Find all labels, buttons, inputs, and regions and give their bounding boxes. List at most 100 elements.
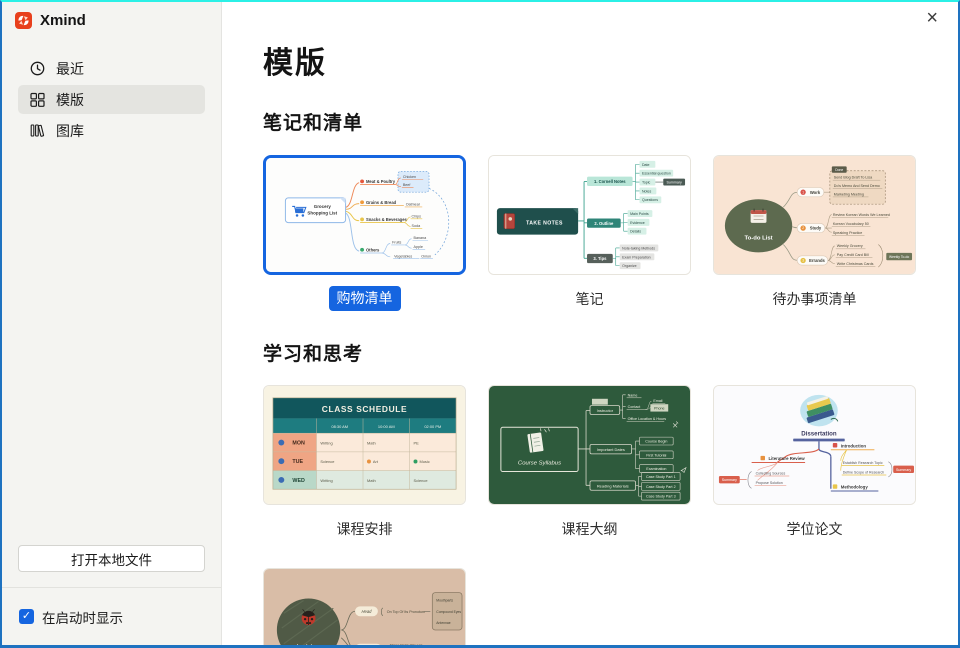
template-thumbnail: Dissertation Literature Review (713, 385, 916, 505)
template-label: 学位论文 (787, 519, 843, 539)
svg-text:Write Christmas Cards: Write Christmas Cards (837, 262, 874, 266)
svg-text:Organize: Organize (622, 264, 636, 268)
svg-text:Onion: Onion (421, 254, 431, 258)
xmind-window: Xmind 最近 模版 (0, 0, 960, 648)
svg-text:Shopping List: Shopping List (307, 211, 337, 216)
svg-text:Marketing Meeting: Marketing Meeting (834, 192, 864, 196)
svg-text:Grains & Bread: Grains & Bread (366, 200, 397, 205)
schedule-table: CLASS SCHEDULE 08:30 AM 10:00 AM 02:00 P… (273, 398, 456, 489)
sidebar-item-label: 模版 (56, 90, 84, 110)
svg-text:Summary: Summary (667, 181, 682, 185)
todo-list-preview: To-do List 1 Work Done Sen (714, 156, 915, 274)
svg-text:Mouthparts: Mouthparts (436, 598, 453, 602)
svg-text:Reading Materials: Reading Materials (597, 483, 629, 488)
sidebar-item-templates[interactable]: 模版 (18, 85, 205, 114)
svg-text:Ladybug: Ladybug (296, 644, 321, 645)
template-thumbnail: Ladybug Head On Top Of Its Pronotum Mout (263, 568, 466, 645)
svg-text:Define Scope of Research: Define Scope of Research (843, 471, 885, 475)
center-underline (793, 439, 844, 442)
template-card-ladybug[interactable]: Ladybug Head On Top Of Its Pronotum Mout (263, 568, 466, 645)
svg-text:Case Study Part 2: Case Study Part 2 (646, 485, 676, 489)
svg-text:1. Cornell Notes: 1. Cornell Notes (594, 179, 626, 184)
svg-text:Summary: Summary (896, 468, 911, 472)
checkmark-icon: ✓ (22, 609, 31, 624)
template-card-todo-list[interactable]: To-do List 1 Work Done Sen (713, 155, 916, 310)
svg-text:Science: Science (320, 459, 335, 464)
svg-text:To-do List: To-do List (744, 236, 772, 242)
svg-text:Head: Head (362, 609, 373, 614)
svg-text:Topic: Topic (642, 181, 651, 185)
shopping-list-preview: Grocery Shopping List Meat & Poultry Gra… (266, 158, 463, 272)
svg-text:Science: Science (414, 478, 429, 483)
center-node: Grocery Shopping List (285, 198, 345, 223)
center-topic: Dissertation (801, 431, 837, 438)
template-card-shopping-list[interactable]: Grocery Shopping List Meat & Poultry Gra… (263, 155, 466, 310)
dissertation-preview: Dissertation Literature Review (714, 386, 915, 504)
svg-text:Collecting Sources: Collecting Sources (756, 472, 786, 476)
svg-text:Vegetables: Vegetables (394, 254, 412, 258)
svg-text:Grocery: Grocery (314, 204, 332, 209)
show-on-startup-checkbox[interactable]: ✓ (19, 609, 34, 624)
svg-text:Study: Study (810, 226, 822, 231)
svg-text:Contact: Contact (628, 405, 641, 409)
sidebar-item-label: 图库 (56, 121, 84, 141)
template-row-3: Ladybug Head On Top Of Its Pronotum Mout (263, 568, 958, 645)
svg-text:Office Location & Hours: Office Location & Hours (628, 417, 667, 421)
svg-text:First Tutorial: First Tutorial (646, 453, 666, 457)
svg-text:Meat & Poultry: Meat & Poultry (366, 179, 396, 184)
sidebar-item-recent[interactable]: 最近 (18, 54, 205, 83)
svg-text:Course Begin: Course Begin (645, 440, 667, 444)
svg-text:3. Tips: 3. Tips (593, 256, 607, 261)
template-thumbnail: TAKE NOTES 1. Cornell Notes Date Essenti… (488, 155, 691, 275)
close-icon[interactable]: × (926, 8, 938, 28)
template-row-2: CLASS SCHEDULE 08:30 AM 10:00 AM 02:00 P… (263, 385, 958, 540)
svg-text:Others: Others (366, 247, 380, 252)
svg-text:Weekly To-do: Weekly To-do (889, 255, 909, 259)
startup-option-row: ✓ 在启动时显示 (2, 587, 221, 645)
template-label: 笔记 (576, 289, 604, 309)
ladybug-preview: Ladybug Head On Top Of Its Pronotum Mout (264, 569, 465, 645)
template-thumbnail: To-do List 1 Work Done Sen (713, 155, 916, 275)
svg-text:Beef: Beef (403, 183, 412, 187)
svg-text:Pay Credit Card Bill: Pay Credit Card Bill (837, 253, 869, 257)
svg-text:Three Pairs Of Legs: Three Pairs Of Legs (390, 644, 423, 645)
template-thumbnail: CLASS SCHEDULE 08:30 AM 10:00 AM 02:00 P… (263, 385, 466, 505)
svg-text:Note-taking Methods: Note-taking Methods (622, 246, 655, 250)
svg-text:Soda: Soda (412, 224, 422, 228)
svg-text:Banana: Banana (414, 236, 428, 240)
template-card-class-schedule[interactable]: CLASS SCHEDULE 08:30 AM 10:00 AM 02:00 P… (263, 385, 466, 540)
template-card-notes[interactable]: TAKE NOTES 1. Cornell Notes Date Essenti… (488, 155, 691, 310)
svg-text:Compound Eyes: Compound Eyes (436, 610, 461, 614)
template-thumbnail: Grocery Shopping List Meat & Poultry Gra… (263, 155, 466, 275)
svg-text:Examination: Examination (646, 467, 666, 471)
svg-text:Establish Research Topic: Establish Research Topic (843, 461, 883, 465)
svg-text:Main Points: Main Points (630, 212, 649, 216)
svg-text:1: 1 (802, 190, 804, 194)
svg-text:Evidence: Evidence (630, 221, 645, 225)
svg-text:Notes: Notes (642, 189, 652, 193)
svg-text:Literature Review: Literature Review (768, 456, 805, 461)
svg-text:Snacks & Beverages: Snacks & Beverages (366, 217, 408, 222)
svg-text:Email: Email (653, 399, 662, 403)
svg-text:Do's Memo And Send Demo: Do's Memo And Send Demo (834, 184, 880, 188)
svg-text:TAKE NOTES: TAKE NOTES (526, 220, 563, 226)
svg-text:Questions: Questions (642, 198, 658, 202)
svg-text:Propose Solution: Propose Solution (756, 481, 783, 485)
svg-text:Case Study Part 3: Case Study Part 3 (646, 495, 676, 499)
template-label: 课程安排 (337, 519, 393, 539)
sidebar: Xmind 最近 模版 (2, 2, 222, 645)
page-title: 模版 (263, 46, 958, 82)
svg-text:Art: Art (373, 459, 379, 464)
svg-text:Name: Name (628, 393, 638, 397)
template-row-1: Grocery Shopping List Meat & Poultry Gra… (263, 155, 958, 310)
take-notes-preview: TAKE NOTES 1. Cornell Notes Date Essenti… (489, 156, 690, 274)
svg-text:Writing: Writing (320, 441, 332, 446)
section-title-study-thinking: 学习和思考 (263, 339, 958, 366)
sidebar-item-gallery[interactable]: 图库 (18, 116, 205, 145)
svg-text:Methodology: Methodology (841, 485, 869, 490)
svg-text:02:00 PM: 02:00 PM (424, 424, 441, 429)
template-card-dissertation[interactable]: Dissertation Literature Review (713, 385, 916, 540)
open-local-file-button[interactable]: 打开本地文件 (18, 545, 205, 572)
template-card-course-syllabus[interactable]: Course Syllabus Instructor Name Contact (488, 385, 691, 540)
library-books-icon (30, 123, 45, 138)
